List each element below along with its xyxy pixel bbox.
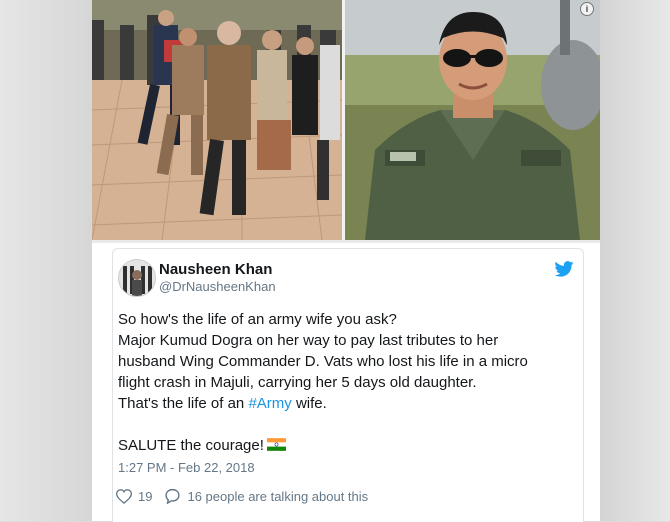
tweet-line: husband Wing Commander D. Vats who lost …	[118, 353, 528, 370]
tweet-timestamp[interactable]: 1:27 PM - Feb 22, 2018	[118, 460, 255, 475]
pavement-illustration	[92, 0, 342, 240]
photo-bottom-border	[92, 240, 600, 243]
twitter-bird-icon[interactable]	[554, 261, 574, 277]
author-handle[interactable]: @DrNausheenKhan	[159, 279, 276, 294]
reply-button[interactable]: 16 people are talking about this	[164, 488, 368, 504]
salute-line: SALUTE the courage!	[118, 435, 573, 456]
embedded-tweet: Nausheen Khan @DrNausheenKhan So how's t…	[112, 248, 584, 522]
article-card: i Nausheen Khan @DrNausheenKhan So how's…	[92, 0, 600, 522]
tweet-text-suffix: wife.	[291, 395, 327, 412]
pilot-portrait-photo: i	[345, 0, 600, 240]
tweet-actions: 19 16 people are talking about this	[116, 488, 368, 504]
india-flag-icon	[266, 438, 286, 451]
hashtag-link[interactable]: #Army	[248, 395, 291, 412]
speech-bubble-icon	[165, 488, 181, 504]
tweet-line-hashtag: That's the life of an #Army wife.	[118, 393, 573, 414]
tweet-line: flight crash in Majuli, carrying her 5 d…	[118, 374, 477, 391]
heart-icon	[116, 488, 132, 504]
avatar[interactable]	[118, 259, 156, 297]
info-badge[interactable]: i	[580, 2, 594, 16]
tweet-line: Major Kumud Dogra on her way to pay last…	[118, 332, 499, 349]
conversation-count: 16 people are talking about this	[187, 488, 369, 504]
group-walking-photo	[92, 0, 342, 240]
page-background-left	[0, 0, 92, 521]
tweet-text: So how's the life of an army wife you as…	[118, 309, 573, 456]
tweet-text-prefix: That's the life of an	[118, 395, 249, 412]
avatar-image	[119, 260, 155, 296]
like-count: 19	[138, 488, 153, 504]
tweet-line: So how's the life of an army wife you as…	[118, 311, 397, 328]
page-background-right	[600, 0, 670, 521]
like-button[interactable]: 19	[116, 489, 152, 504]
author-name[interactable]: Nausheen Khan	[159, 261, 272, 278]
pilot-illustration	[345, 0, 600, 240]
salute-text: SALUTE the courage!	[118, 437, 264, 454]
